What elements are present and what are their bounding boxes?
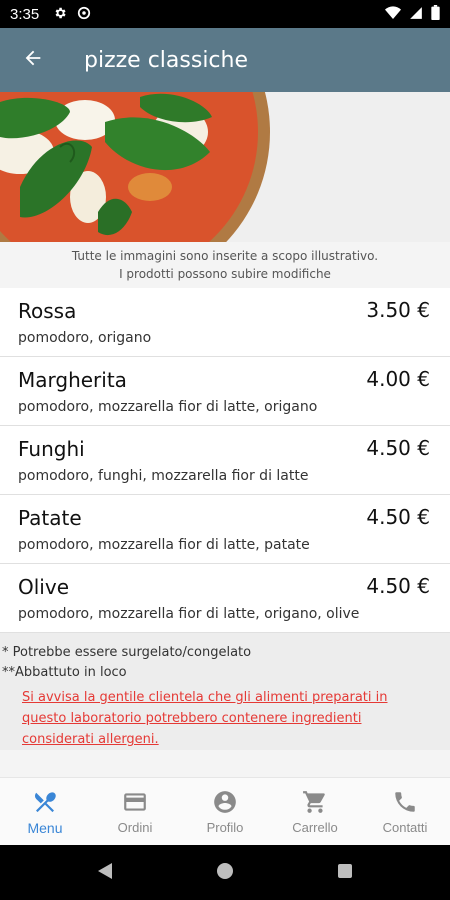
status-right-icons: [385, 4, 440, 24]
status-time: 3:35: [10, 5, 40, 23]
nav-ordini[interactable]: Ordini: [90, 778, 180, 845]
page-title: pizze classiche: [84, 47, 249, 73]
item-description: pomodoro, origano: [18, 330, 152, 346]
item-price: 4.50 €: [366, 505, 430, 529]
card-icon: [122, 788, 148, 816]
item-price: 4.00 €: [366, 367, 430, 391]
pizza-illustration: [0, 92, 450, 242]
fork-knife-icon: [32, 788, 58, 816]
menu-item-rossa[interactable]: Rossa 3.50 € pomodoro, origano: [0, 288, 450, 357]
nav-contatti-label: Contatti: [382, 820, 428, 835]
battery-icon: [431, 4, 440, 24]
back-button[interactable]: [0, 28, 66, 92]
nav-contatti[interactable]: Contatti: [360, 778, 450, 845]
image-disclaimer: Tutte le immagini sono inserite a scopo …: [0, 242, 450, 288]
allergen-warning: Si avvisa la gentile clientela che gli a…: [22, 690, 388, 747]
nav-menu-label: Menu: [27, 819, 63, 836]
menu-item-margherita[interactable]: Margherita 4.00 € pomodoro, mozzarella f…: [0, 357, 450, 426]
item-price: 4.50 €: [366, 574, 430, 598]
nav-carrello-label: Carrello: [292, 820, 338, 835]
arrow-back-icon: [22, 47, 44, 73]
nav-profilo[interactable]: Profilo: [180, 778, 270, 845]
item-description: pomodoro, funghi, mozzarella fior di lat…: [18, 468, 309, 484]
phone-icon: [392, 788, 418, 816]
disclaimer-line-1: Tutte le immagini sono inserite a scopo …: [71, 249, 379, 263]
menu-item-funghi[interactable]: Funghi 4.50 € pomodoro, funghi, mozzarel…: [0, 426, 450, 495]
cart-icon: [302, 788, 328, 816]
slaughtered-note: **Abbattuto in loco: [2, 665, 127, 680]
frozen-note: * Potrebbe essere surgelato/congelato: [2, 645, 252, 660]
account-circle-icon: [212, 788, 238, 816]
system-home-icon[interactable]: [216, 862, 234, 884]
nav-ordini-label: Ordini: [117, 820, 153, 835]
item-price: 3.50 €: [366, 298, 430, 322]
wifi-icon: [385, 5, 401, 24]
nav-profilo-label: Profilo: [206, 820, 244, 835]
sync-icon: [77, 5, 91, 24]
menu-item-patate[interactable]: Patate 4.50 € pomodoro, mozzarella fior …: [0, 495, 450, 564]
bottom-navigation: Menu Ordini Profilo Carrello Contatti: [0, 777, 450, 845]
system-recents-icon[interactable]: [336, 862, 354, 884]
app-bar: pizze classiche: [0, 28, 450, 92]
system-back-icon[interactable]: [96, 862, 114, 884]
menu-content[interactable]: Tutte le immagini sono inserite a scopo …: [0, 92, 450, 777]
item-description: pomodoro, mozzarella fior di latte, orig…: [18, 399, 318, 415]
pizza-list: Rossa 3.50 € pomodoro, origano Margherit…: [0, 288, 450, 633]
menu-item-olive[interactable]: Olive 4.50 € pomodoro, mozzarella fior d…: [0, 564, 450, 633]
disclaimer-line-2: I prodotti possono subire modifiche: [119, 267, 331, 281]
cellular-signal-icon: [409, 5, 423, 24]
nav-carrello[interactable]: Carrello: [270, 778, 360, 845]
pizza-hero-image: [0, 92, 450, 242]
status-left-icons: [53, 5, 91, 24]
nav-menu[interactable]: Menu: [0, 778, 90, 845]
footnotes: * Potrebbe essere surgelato/congelato **…: [0, 633, 450, 750]
item-price: 4.50 €: [366, 436, 430, 460]
status-bar: 3:35: [0, 0, 450, 28]
item-description: pomodoro, mozzarella fior di latte, orig…: [18, 606, 360, 622]
system-navigation-bar: [0, 845, 450, 900]
settings-gear-icon: [53, 5, 67, 24]
item-description: pomodoro, mozzarella fior di latte, pata…: [18, 537, 310, 553]
